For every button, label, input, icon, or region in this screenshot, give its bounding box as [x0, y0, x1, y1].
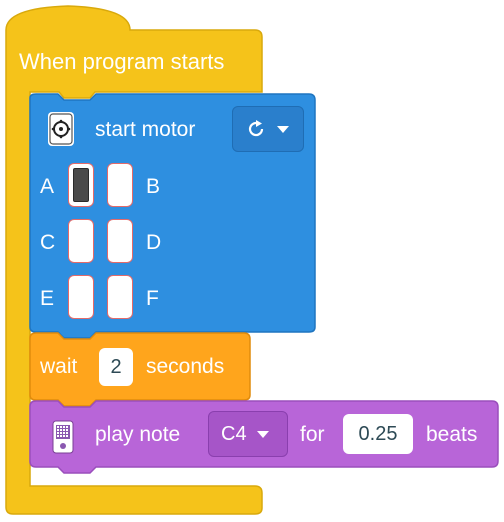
chevron-down-icon: [277, 125, 289, 133]
play-note-label: play note: [95, 423, 181, 446]
start-motor-label: start motor: [95, 118, 196, 141]
port-label-a: A: [40, 175, 55, 198]
port-c-selector[interactable]: [68, 219, 94, 263]
port-a-selected-indicator: [73, 168, 89, 202]
port-b-selector[interactable]: [107, 163, 133, 207]
hat-block-title: When program starts: [19, 49, 225, 74]
for-label: for: [300, 423, 325, 446]
seconds-label: seconds: [146, 355, 225, 378]
port-a-selector[interactable]: [68, 163, 94, 207]
beats-input[interactable]: 0.25: [343, 414, 413, 454]
port-e-selector[interactable]: [68, 275, 94, 319]
note-value: C4: [221, 422, 247, 445]
clockwise-arrow-icon: [245, 118, 267, 140]
wait-label: wait: [40, 355, 78, 378]
port-d-selector[interactable]: [107, 219, 133, 263]
direction-dropdown[interactable]: [232, 106, 304, 152]
port-label-c: C: [40, 231, 56, 254]
hub-icon: [51, 420, 75, 454]
port-label-d: D: [146, 231, 162, 254]
port-f-selector[interactable]: [107, 275, 133, 319]
port-label-e: E: [40, 287, 55, 310]
port-label-f: F: [146, 287, 159, 310]
note-dropdown[interactable]: C4: [208, 411, 288, 457]
chevron-down-icon: [256, 430, 269, 438]
port-label-b: B: [146, 175, 161, 198]
wait-seconds-input[interactable]: 2: [99, 348, 133, 386]
beats-label: beats: [426, 423, 478, 446]
motor-icon: [48, 112, 74, 146]
